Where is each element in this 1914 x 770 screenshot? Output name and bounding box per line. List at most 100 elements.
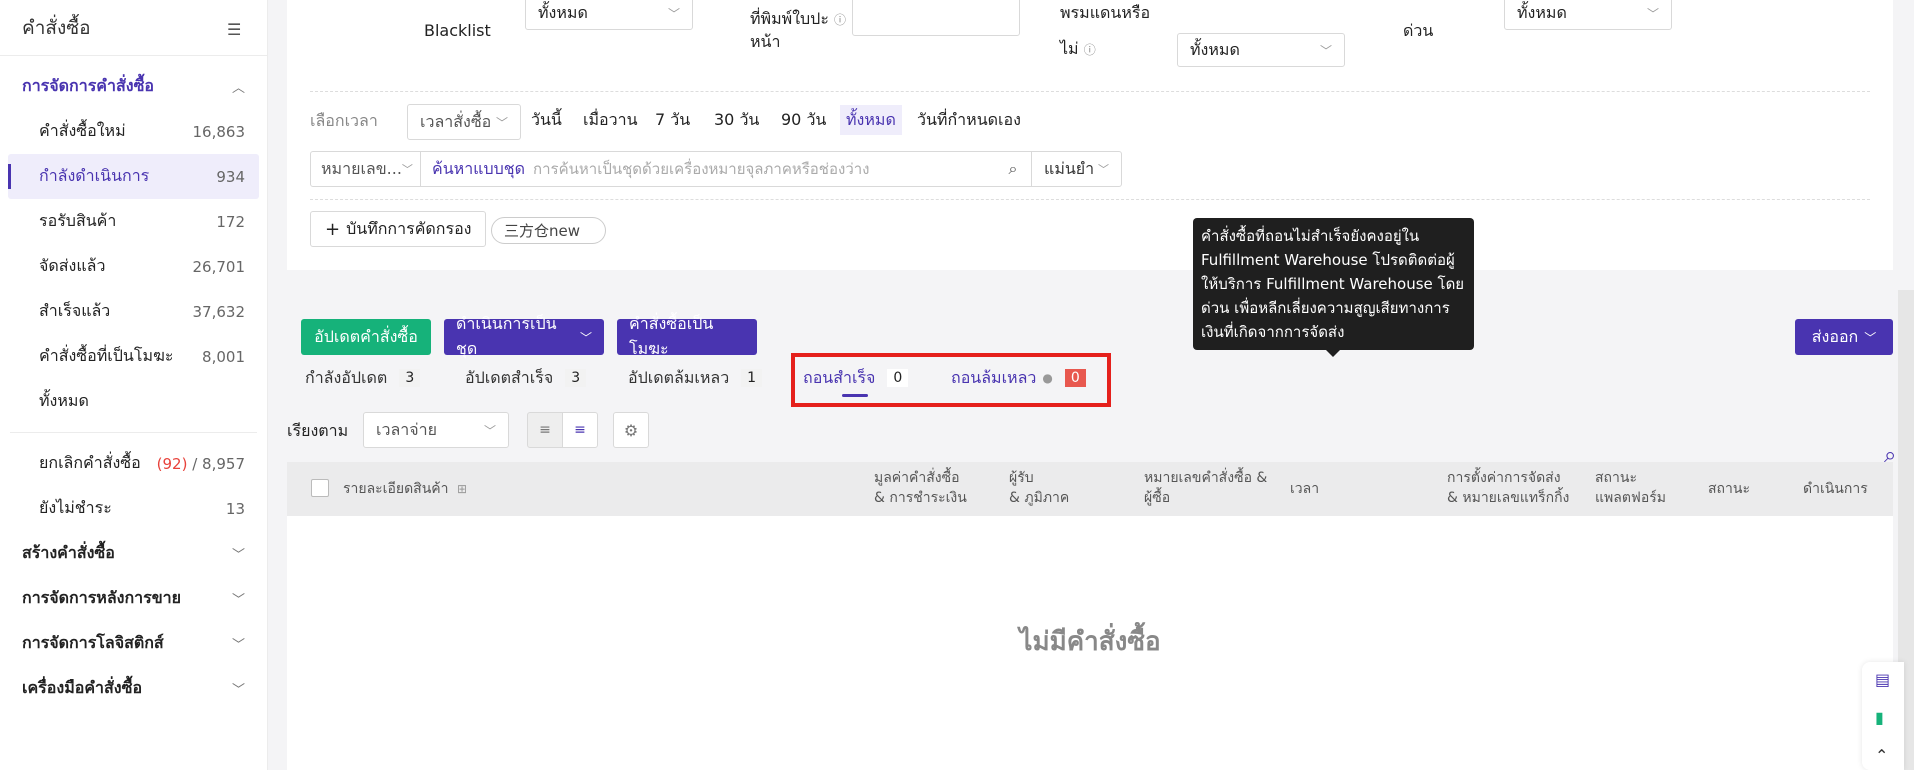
sidebar-item-shipped[interactable]: จัดส่งแล้ว 26,701 (8, 244, 259, 289)
item-label: รอรับสินค้า (39, 211, 117, 230)
item-label: ทั้งหมด (39, 391, 89, 410)
gear-icon: ⚙ (623, 420, 639, 440)
time-30-days[interactable]: 30 วัน (708, 105, 765, 135)
section-label: เครื่องมือคำสั่งซื้อ (22, 678, 143, 697)
chevron-down-icon: ﹀ (667, 6, 680, 21)
tab-updating[interactable]: กำลังอัปเดต 3 (305, 363, 421, 393)
section-label: การจัดการหลังการขาย (22, 588, 182, 607)
section-after-sales[interactable]: การจัดการหลังการขาย ﹀ (0, 576, 267, 621)
save-filter-button[interactable]: + บันทึกการคัดกรอง (310, 211, 487, 247)
item-count: 26,701 (192, 257, 246, 276)
time-today[interactable]: วันนี้ (525, 105, 568, 135)
section-order-management[interactable]: การจัดการคำสั่งซื้อ ︿ (0, 64, 267, 109)
printed-label-line2: หน้า (750, 32, 781, 51)
chevron-down-icon: ﹀ (1864, 330, 1877, 345)
border-select[interactable]: ทั้งหมด ﹀ (1177, 33, 1345, 67)
match-select[interactable]: แม่นยำ ﹀ (1031, 152, 1121, 186)
help-icon[interactable]: ⓘ (834, 13, 846, 27)
col-order-number: หมายเลขคำสั่งซื้อ & (1144, 470, 1268, 486)
sidebar-item-unpaid[interactable]: ยังไม่ชำระ 13 (8, 486, 259, 531)
border-label-text: ไม่ (1060, 39, 1079, 58)
tooltip-line: เงินที่เกิดจากการจัดส่ง (1201, 323, 1345, 341)
search-icon[interactable]: ⌕ (995, 152, 1031, 186)
filter-panel: Blacklist ทั้งหมด ﹀ ที่พิมพ์ใบปะ ⓘ หน้า พร… (287, 0, 1893, 270)
sidebar-item-completed[interactable]: สำเร็จแล้ว 37,632 (8, 289, 259, 334)
blacklist-label: Blacklist (424, 21, 491, 40)
item-count: 16,863 (192, 122, 246, 141)
expand-icon[interactable]: ⊞ (457, 479, 467, 499)
export-button[interactable]: ส่งออก ﹀ (1795, 319, 1893, 355)
chevron-down-icon: ﹀ (231, 638, 245, 653)
batch-action-button[interactable]: ดำเนินการเป็นชุด ﹀ (444, 314, 604, 358)
collapse-icon[interactable]: ⌃ (1875, 746, 1888, 765)
sort-asc-button[interactable]: ≡ (562, 412, 598, 448)
item-count: 13 (225, 499, 245, 518)
col-platform: แพลตฟอร์ม (1595, 490, 1666, 506)
sort-label: เรียงตาม (287, 421, 349, 440)
search-type-select[interactable]: หมายเลข... ﹀ (311, 152, 421, 186)
book-icon[interactable]: ▮ (1875, 708, 1884, 727)
select-all-checkbox[interactable] (311, 479, 329, 497)
tab-update-failed[interactable]: อัปเดตล้มเหลว 1 (628, 363, 763, 393)
col-buyer: ผู้ซื้อ (1144, 490, 1171, 506)
item-count: 934 (216, 167, 245, 186)
urgent-select[interactable]: ทั้งหมด ﹀ (1504, 0, 1672, 30)
tooltip-line: คำสั่งซื้อที่ถอนไม่สำเร็จยังคงอยู่ใน (1201, 227, 1420, 245)
cancel-request-count: (92) (156, 454, 188, 473)
item-count: 37,632 (192, 302, 246, 321)
sort-desc-button[interactable]: ≡ (527, 412, 563, 448)
item-label: ยังไม่ชำระ (39, 498, 112, 517)
sidebar-item-void[interactable]: คำสั่งซื้อที่เป็นโมฆะ 8,001 (8, 334, 259, 379)
printed-select[interactable] (852, 0, 1020, 36)
tab-count: 3 (399, 369, 421, 387)
item-label: คำสั่งซื้อที่เป็นโมฆะ (39, 346, 174, 365)
time-7-days[interactable]: 7 วัน (649, 105, 696, 135)
update-orders-button[interactable]: อัปเดตคำสั่งซื้อ (301, 319, 431, 355)
item-label: ยกเลิกคำสั่งซื้อ (39, 453, 141, 472)
help-icon[interactable]: ⓘ (1084, 43, 1096, 57)
col-payment: & การชำระเงิน (874, 490, 967, 506)
search-bar: หมายเลข... ﹀ ค้นหาแบบชุด การค้นหาเป็นชุดด… (310, 151, 1122, 187)
divider (310, 199, 1870, 200)
col-actions: ดำเนินการ (1803, 481, 1868, 497)
chevron-down-icon: ﹀ (1646, 6, 1659, 21)
button-label: ดำเนินการเป็นชุด (456, 314, 557, 358)
urgent-label: ด่วน (1403, 21, 1434, 40)
sort-select[interactable]: เวลาจ่าย ﹀ (363, 412, 509, 448)
item-count: 8,001 (202, 347, 245, 366)
section-order-tools[interactable]: เครื่องมือคำสั่งซื้อ ﹀ (0, 666, 267, 711)
sidebar-item-new-orders[interactable]: คำสั่งซื้อใหม่ 16,863 (8, 109, 259, 154)
chevron-down-icon: ﹀ (579, 330, 592, 345)
sidebar-item-awaiting-pickup[interactable]: รอรับสินค้า 172 (8, 199, 259, 244)
tab-update-success[interactable]: อัปเดตสำเร็จ 3 (465, 363, 587, 393)
chevron-down-icon: ﹀ (231, 683, 245, 698)
time-all[interactable]: ทั้งหมด (840, 105, 902, 135)
settings-button[interactable]: ⚙ (613, 412, 649, 448)
time-90-days[interactable]: 90 วัน (775, 105, 832, 135)
tab-label: อัปเดตสำเร็จ (465, 367, 554, 387)
select-value: ทั้งหมด (1190, 39, 1240, 59)
section-create-order[interactable]: สร้างคำสั่งซื้อ ﹀ (0, 531, 267, 576)
blacklist-select[interactable]: ทั้งหมด ﹀ (525, 0, 693, 30)
search-input[interactable]: การค้นหาเป็นชุดด้วยเครื่องหมายจุลภาคหรือ… (533, 157, 995, 181)
sidebar-item-all[interactable]: ทั้งหมด (8, 379, 259, 424)
time-yesterday[interactable]: เมื่อวาน (577, 105, 644, 135)
time-custom[interactable]: วันที่กำหนดเอง (911, 105, 1027, 135)
button-label: ส่งออก (1811, 326, 1859, 346)
select-value: หมายเลข... (321, 158, 402, 178)
tooltip-line: ให้บริการ Fulfillment Warehouse โดย (1201, 275, 1465, 293)
chat-icon[interactable]: ▤ (1875, 670, 1890, 689)
time-type-select[interactable]: เวลาสั่งซื้อ ﹀ (407, 104, 521, 140)
void-orders-button[interactable]: คำสั่งซื้อเป็นโมฆะ (617, 314, 757, 358)
collapse-menu-icon[interactable]: ☰ (227, 20, 245, 39)
search-icon[interactable]: ⌕ (1884, 443, 1896, 468)
section-logistics[interactable]: การจัดการโลจิสติกส์ ﹀ (0, 621, 267, 666)
saved-filter-chip[interactable]: 三方仓new (491, 217, 606, 244)
select-value: แม่นยำ (1044, 158, 1095, 178)
batch-search-link[interactable]: ค้นหาแบบชุด (421, 157, 533, 182)
sidebar-title: คำสั่งซื้อ (22, 16, 91, 39)
sidebar-item-cancelled[interactable]: ยกเลิกคำสั่งซื้อ (92) / 8,957 (8, 441, 259, 486)
col-order-value: มูลค่าคำสั่งซื้อ (874, 470, 960, 486)
sidebar-item-in-progress[interactable]: กำลังดำเนินการ 934 (8, 154, 259, 199)
item-label: คำสั่งซื้อใหม่ (39, 121, 126, 140)
